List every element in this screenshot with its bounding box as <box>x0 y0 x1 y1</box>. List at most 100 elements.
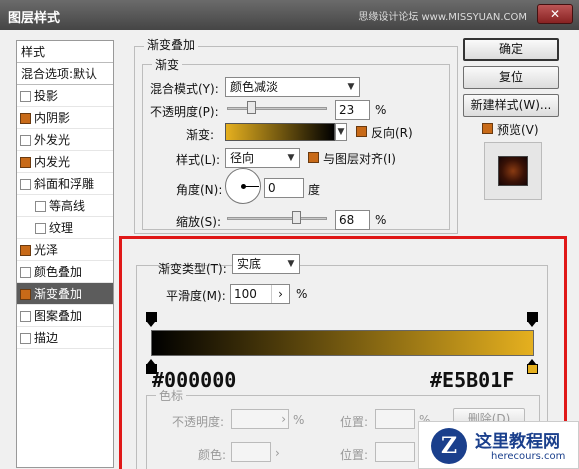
opacity-stop-left-tip <box>147 322 155 327</box>
style-select[interactable]: 径向 ▼ <box>225 148 300 168</box>
logo-url: herecours.com <box>491 451 566 462</box>
opacity-stop-right[interactable] <box>527 312 538 327</box>
title-bar: 图层样式 思缘设计论坛 www.MISSYUAN.COM ✕ <box>0 0 579 30</box>
smoothness-input[interactable]: 100 › <box>230 284 290 304</box>
gradient-picker-dropdown[interactable]: ▼ <box>335 123 347 141</box>
styles-list: 样式 混合选项:默认 投影内阴影外发光内发光斜面和浮雕等高线纹理光泽颜色叠加渐变… <box>16 40 114 468</box>
smoothness-label: 平滑度(M): <box>166 289 226 303</box>
style-items: 投影内阴影外发光内发光斜面和浮雕等高线纹理光泽颜色叠加渐变叠加图案叠加 描边 <box>17 85 113 349</box>
style-item-label: 颜色叠加 <box>34 265 83 279</box>
preview-label: 预览(V) <box>497 123 539 137</box>
scale-input[interactable]: 68 <box>335 210 370 230</box>
style-item-label: 外发光 <box>34 133 71 147</box>
opacity-stop-right-box <box>527 312 538 322</box>
style-item[interactable]: 外发光 <box>17 129 113 151</box>
blend-mode-label: 混合模式(Y): <box>150 82 219 96</box>
stop-color-dropdown-icon[interactable]: › <box>275 446 280 460</box>
gradient-type-value: 实底 <box>237 257 262 271</box>
style-item-checkbox[interactable] <box>20 333 31 344</box>
style-item-label: 内发光 <box>34 155 71 169</box>
chevron-down-icon: ▼ <box>287 259 295 269</box>
smoothness-stepper-icon[interactable]: › <box>271 285 289 303</box>
opacity-stop-left[interactable] <box>146 312 157 327</box>
style-label: 样式(L): <box>176 153 221 167</box>
stop-color-position-input[interactable] <box>375 442 415 462</box>
opacity-slider[interactable] <box>227 101 327 114</box>
chevron-down-icon: ▼ <box>347 82 355 92</box>
scale-percent-sign: % <box>375 213 387 227</box>
scale-slider[interactable] <box>227 211 327 224</box>
preview-thumbnail <box>484 142 542 200</box>
align-with-layer-label: 与图层对齐(I) <box>323 152 396 166</box>
style-item[interactable]: 描边 <box>17 327 113 349</box>
new-style-button[interactable]: 新建样式(W)... <box>463 94 559 117</box>
color-right-hex: #E5B01F <box>430 368 515 392</box>
stop-opacity-stepper-icon[interactable]: › <box>281 410 286 428</box>
gradient-preview-swatch[interactable] <box>225 123 335 141</box>
gradient-subgroup-title: 渐变 <box>152 56 183 73</box>
style-item-label: 斜面和浮雕 <box>34 177 95 191</box>
stop-color-swatch[interactable] <box>231 442 271 462</box>
logo-mark: Z <box>431 428 467 464</box>
style-item-label: 内阴影 <box>34 111 71 125</box>
style-item-label: 纹理 <box>49 221 74 235</box>
angle-input[interactable]: 0 <box>264 178 304 198</box>
style-item-checkbox[interactable] <box>20 311 31 322</box>
style-item-label: 投影 <box>34 89 59 103</box>
opacity-input[interactable]: 23 <box>335 100 370 120</box>
gradient-bar[interactable] <box>151 330 534 356</box>
reverse-checkbox[interactable] <box>356 126 367 137</box>
gradient-overlay-title: 渐变叠加 <box>144 36 199 53</box>
stop-opacity-position-label: 位置: <box>340 415 369 429</box>
style-item[interactable]: 光泽 <box>17 239 113 261</box>
style-item[interactable]: 内发光 <box>17 151 113 173</box>
styles-header-label: 样式 <box>21 45 46 59</box>
style-item-checkbox[interactable] <box>20 179 31 190</box>
style-item-checkbox[interactable] <box>20 157 31 168</box>
opacity-value: 23 <box>339 103 355 117</box>
style-item[interactable]: 投影 <box>17 85 113 107</box>
scale-label: 缩放(S): <box>176 215 222 229</box>
blend-options-item[interactable]: 混合选项:默认 <box>17 63 113 85</box>
style-item[interactable]: 渐变叠加 <box>17 283 113 305</box>
style-item[interactable]: 颜色叠加 <box>17 261 113 283</box>
close-button[interactable]: ✕ <box>537 4 573 24</box>
angle-dial[interactable] <box>225 168 261 204</box>
style-item-label: 光泽 <box>34 243 59 257</box>
style-item-label: 渐变叠加 <box>34 287 83 301</box>
style-item[interactable]: 图案叠加 <box>17 305 113 327</box>
stop-opacity-position-input[interactable] <box>375 409 415 429</box>
scale-slider-thumb[interactable] <box>292 211 301 224</box>
style-item-checkbox[interactable] <box>20 267 31 278</box>
blend-mode-select[interactable]: 颜色减淡 ▼ <box>225 77 360 97</box>
style-item[interactable]: 纹理 <box>17 217 113 239</box>
style-item[interactable]: 等高线 <box>17 195 113 217</box>
style-item-checkbox[interactable] <box>20 91 31 102</box>
gradient-type-select[interactable]: 实底 ▼ <box>232 254 300 274</box>
stop-opacity-percent-sign: % <box>293 413 305 427</box>
reverse-label: 反向(R) <box>371 126 413 140</box>
stop-color-label: 颜色: <box>198 448 227 462</box>
style-item[interactable]: 斜面和浮雕 <box>17 173 113 195</box>
preview-checkbox[interactable] <box>482 123 493 134</box>
style-item-checkbox[interactable] <box>20 135 31 146</box>
style-item-checkbox[interactable] <box>20 245 31 256</box>
angle-dial-center <box>241 184 246 189</box>
style-item-checkbox[interactable] <box>20 113 31 124</box>
styles-list-header[interactable]: 样式 <box>17 41 113 63</box>
color-stops-title: 色标 <box>156 387 187 404</box>
stop-opacity-input[interactable]: › <box>231 409 289 429</box>
smoothness-value: 100 <box>234 287 257 301</box>
scale-value: 68 <box>339 213 355 227</box>
align-with-layer-checkbox[interactable] <box>308 152 319 163</box>
style-item-checkbox[interactable] <box>20 289 31 300</box>
color-stop-right[interactable] <box>527 359 538 375</box>
ok-button[interactable]: 确定 <box>463 38 559 61</box>
style-item-checkbox[interactable] <box>35 201 46 212</box>
style-item[interactable]: 内阴影 <box>17 107 113 129</box>
opacity-stop-right-tip <box>528 322 536 327</box>
style-item-checkbox[interactable] <box>35 223 46 234</box>
opacity-percent-sign: % <box>375 103 387 117</box>
reset-button[interactable]: 复位 <box>463 66 559 89</box>
opacity-slider-thumb[interactable] <box>247 101 256 114</box>
